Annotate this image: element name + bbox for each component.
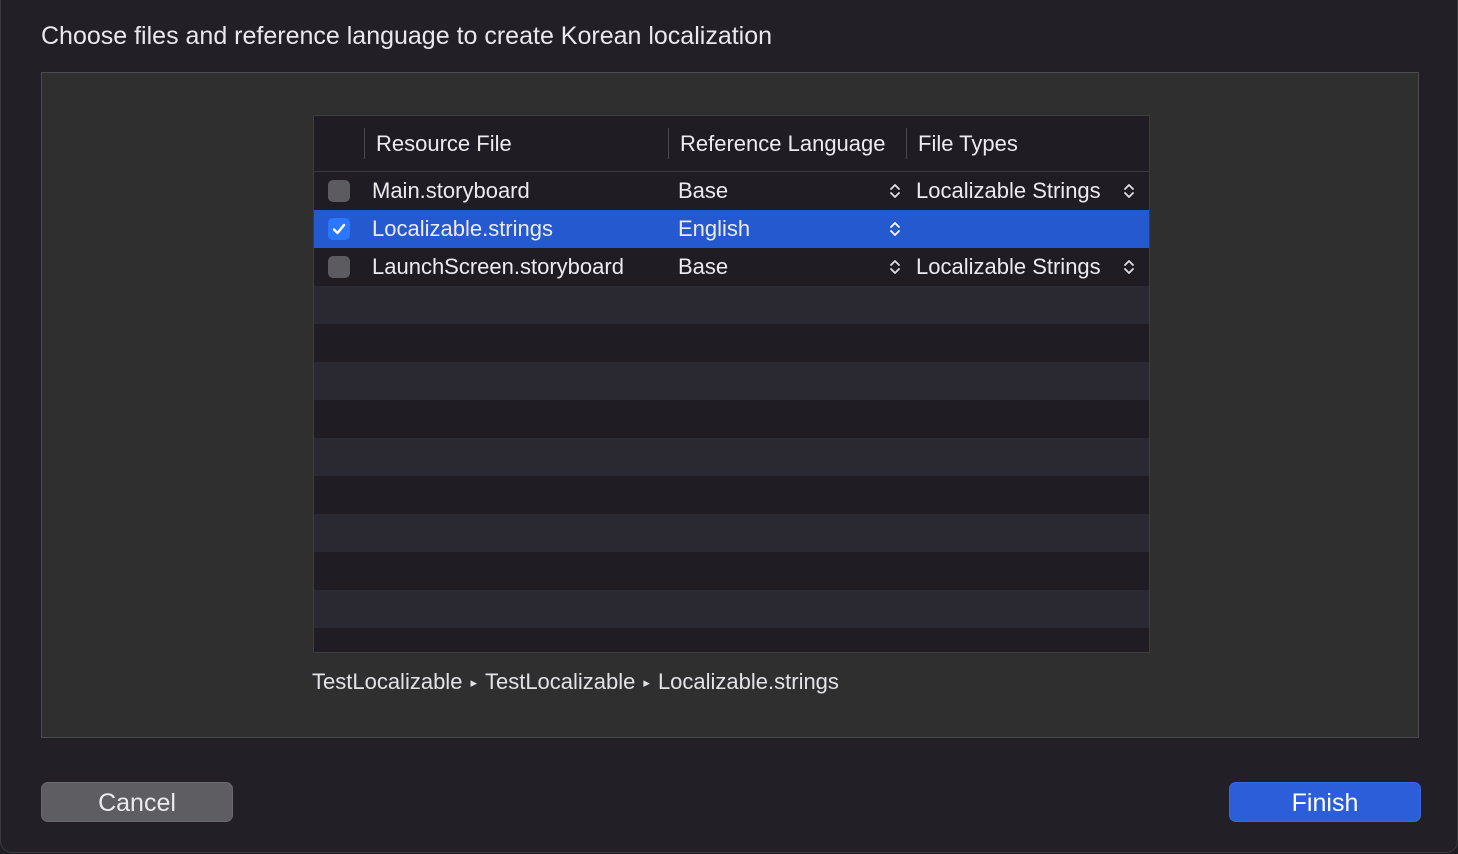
path-segment[interactable]: TestLocalizable <box>485 669 635 694</box>
resource-file-name: Localizable.strings <box>372 216 553 241</box>
column-header-resource-file[interactable]: Resource File <box>364 128 512 159</box>
empty-row <box>314 590 1149 628</box>
path-segment[interactable]: Localizable.strings <box>658 669 839 694</box>
reference-language-popup[interactable]: Base <box>678 172 728 210</box>
empty-row <box>314 324 1149 362</box>
table-row[interactable]: Main.storyboard Base Localizable Strings <box>314 172 1149 210</box>
up-down-chevron-icon[interactable] <box>1123 182 1135 200</box>
up-down-chevron-icon[interactable] <box>1123 258 1135 276</box>
resource-file-name: LaunchScreen.storyboard <box>372 254 624 279</box>
path-bar: TestLocalizable ▸ TestLocalizable ▸ Localiza… <box>312 669 839 695</box>
table-row[interactable]: LaunchScreen.storyboard Base Localizable… <box>314 248 1149 286</box>
empty-row <box>314 514 1149 552</box>
include-checkbox[interactable] <box>328 180 350 202</box>
include-checkbox[interactable] <box>328 256 350 278</box>
table-row-selected[interactable]: Localizable.strings English <box>314 210 1149 248</box>
table-header: Resource File Reference Language File Ty… <box>314 116 1149 172</box>
triangle-right-icon: ▸ <box>470 675 477 690</box>
triangle-right-icon: ▸ <box>643 675 650 690</box>
finish-button[interactable]: Finish <box>1229 782 1421 822</box>
cancel-button[interactable]: Cancel <box>41 782 233 822</box>
up-down-chevron-icon[interactable] <box>889 220 901 238</box>
reference-language-popup[interactable]: English <box>678 210 750 248</box>
empty-row <box>314 628 1149 652</box>
dialog-title: Choose files and reference language to c… <box>41 22 773 50</box>
checkmark-icon <box>332 223 346 235</box>
reference-language-popup[interactable]: Base <box>678 248 728 286</box>
column-header-file-types[interactable]: File Types <box>906 128 1018 159</box>
localization-sheet: Choose files and reference language to c… <box>0 0 1458 853</box>
content-panel: Resource File Reference Language File Ty… <box>41 72 1419 738</box>
empty-row <box>314 552 1149 590</box>
path-segment[interactable]: TestLocalizable <box>312 669 462 694</box>
empty-row <box>314 286 1149 324</box>
files-table: Resource File Reference Language File Ty… <box>313 115 1150 653</box>
empty-row <box>314 362 1149 400</box>
up-down-chevron-icon[interactable] <box>889 182 901 200</box>
empty-row <box>314 476 1149 514</box>
file-type-popup[interactable]: Localizable Strings <box>916 172 1101 210</box>
column-header-reference-language[interactable]: Reference Language <box>668 128 886 159</box>
file-type-popup[interactable]: Localizable Strings <box>916 248 1101 286</box>
empty-row <box>314 438 1149 476</box>
resource-file-name: Main.storyboard <box>372 178 530 203</box>
empty-row <box>314 400 1149 438</box>
up-down-chevron-icon[interactable] <box>889 258 901 276</box>
include-checkbox-checked[interactable] <box>328 218 350 240</box>
